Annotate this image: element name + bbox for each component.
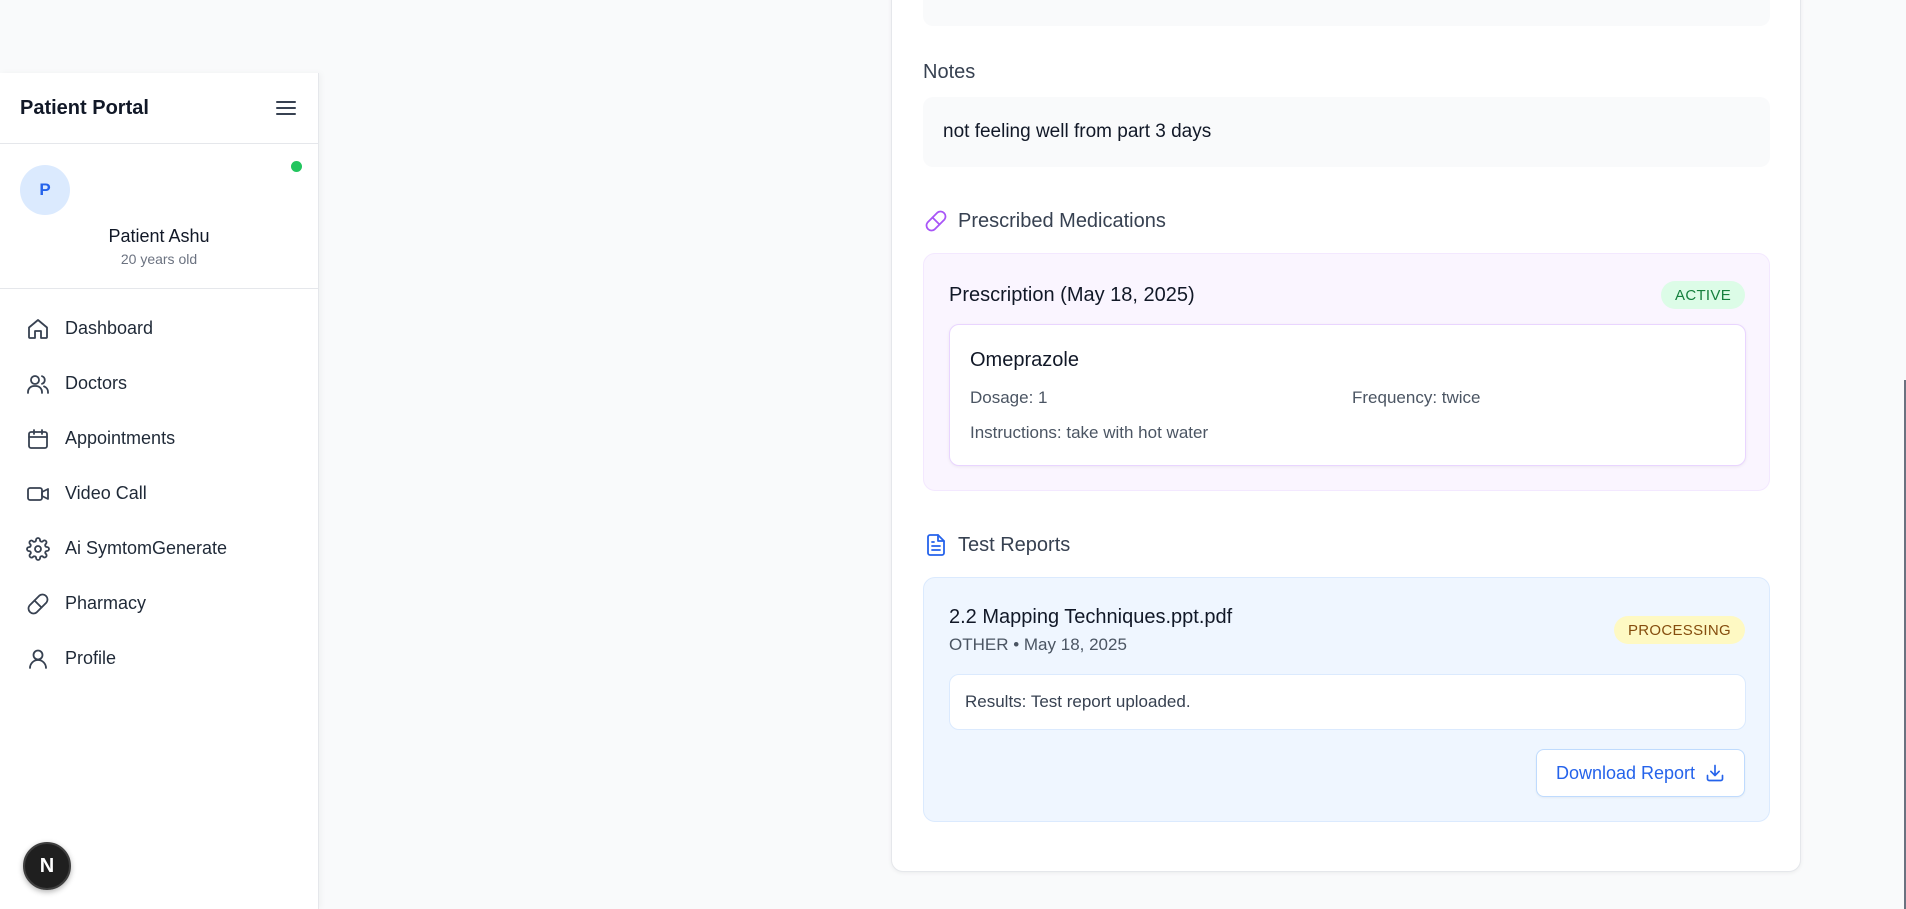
report-file-name: 2.2 Mapping Techniques.ppt.pdf (949, 606, 1233, 628)
sidebar-item-label: Doctors (65, 373, 128, 393)
medication-name: Omeprazole (970, 349, 1079, 371)
gear-icon (25, 536, 51, 562)
report-results-text: Results: Test report uploaded. (965, 692, 1191, 711)
sidebar-header: Patient Portal (0, 73, 318, 144)
report-meta: OTHER • May 18, 2025 (949, 635, 1127, 654)
download-report-label: Download Report (1555, 762, 1696, 783)
app-title: Patient Portal (20, 96, 149, 119)
users-icon (25, 371, 51, 397)
reports-heading: Test Reports (923, 532, 1070, 558)
notes-box: not feeling well from part 3 days (923, 97, 1770, 167)
sidebar-item-ai-symptom[interactable]: Ai SymtomGenerate (0, 521, 318, 576)
document-icon (923, 532, 949, 558)
pill-icon (25, 591, 51, 617)
menu-icon[interactable] (274, 96, 298, 120)
previous-field-box (923, 0, 1770, 26)
medications-heading-label: Prescribed Medications (958, 209, 1166, 232)
sidebar-item-pharmacy[interactable]: Pharmacy (0, 576, 318, 631)
sidebar-item-doctors[interactable]: Doctors (0, 356, 318, 411)
medication-item: Omeprazole Dosage: 1 Frequency: twice In… (949, 324, 1746, 466)
notes-text: not feeling well from part 3 days (943, 121, 1212, 142)
sidebar-item-label: Appointments (65, 428, 176, 448)
sidebar-item-appointments[interactable]: Appointments (0, 411, 318, 466)
sidebar-item-label: Ai SymtomGenerate (65, 538, 228, 558)
status-badge: ACTIVE (1661, 281, 1745, 309)
sidebar-item-profile[interactable]: Profile (0, 631, 318, 686)
pill-icon (923, 208, 949, 234)
reports-heading-label: Test Reports (958, 533, 1071, 556)
test-report-card: 2.2 Mapping Techniques.ppt.pdf OTHER • M… (923, 577, 1770, 822)
user-icon (25, 646, 51, 672)
dev-tools-badge[interactable]: N (23, 842, 71, 890)
download-icon (1705, 763, 1725, 783)
download-report-button[interactable]: Download Report (1536, 749, 1745, 797)
medications-heading: Prescribed Medications (923, 208, 1166, 234)
notes-label: Notes (923, 61, 976, 83)
sidebar-item-label: Video Call (65, 483, 147, 503)
online-status-dot (291, 161, 302, 172)
avatar: P (20, 165, 70, 215)
patient-name: Patient Ashu (108, 226, 210, 246)
status-badge: PROCESSING (1613, 616, 1745, 644)
sidebar: Patient Portal P Patient Ashu 20 years o… (0, 73, 319, 909)
medication-frequency: Frequency: twice (1352, 388, 1481, 407)
video-icon (25, 481, 51, 507)
prescription-card: Prescription (May 18, 2025) ACTIVE Omepr… (923, 253, 1770, 491)
calendar-icon (25, 426, 51, 452)
sidebar-item-label: Pharmacy (65, 593, 147, 613)
sidebar-nav: Dashboard Doctors Appointments Video Cal… (0, 289, 318, 686)
appointment-detail-card: Notes not feeling well from part 3 days … (891, 0, 1801, 872)
home-icon (25, 316, 51, 342)
patient-age: 20 years old (120, 251, 198, 267)
sidebar-item-video-call[interactable]: Video Call (0, 466, 318, 521)
sidebar-item-label: Dashboard (65, 318, 154, 338)
report-results-box: Results: Test report uploaded. (949, 674, 1746, 730)
profile-block: P Patient Ashu 20 years old (0, 144, 318, 289)
medication-instructions: Instructions: take with hot water (970, 423, 1209, 442)
sidebar-item-dashboard[interactable]: Dashboard (0, 301, 318, 356)
sidebar-item-label: Profile (65, 648, 117, 668)
medication-dosage: Dosage: 1 (970, 388, 1048, 407)
prescription-title: Prescription (May 18, 2025) (949, 284, 1195, 306)
